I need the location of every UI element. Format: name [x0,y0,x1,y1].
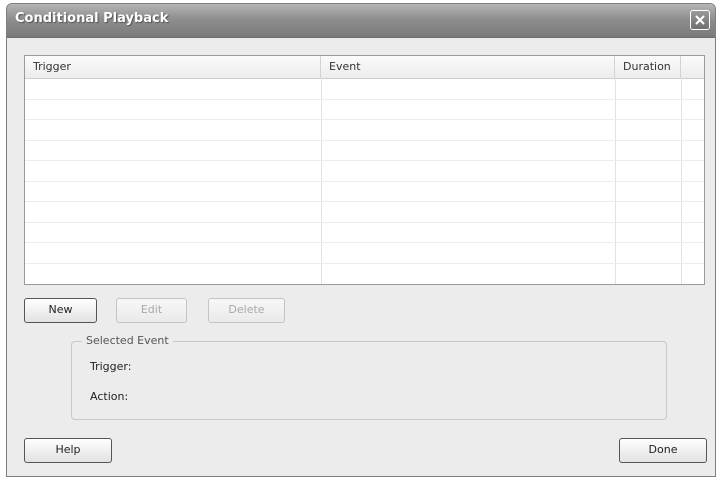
column-header-duration[interactable]: Duration [615,56,681,78]
trigger-label: Trigger: [90,360,132,373]
table-row[interactable] [25,201,704,202]
action-label: Action: [90,390,129,403]
column-header-trigger[interactable]: Trigger [25,56,321,78]
table-row[interactable] [25,99,704,100]
close-icon [695,15,705,25]
edit-button[interactable]: Edit [116,298,187,323]
dialog-body: Trigger Event Duration New Edit Delete S… [7,38,715,476]
table-row[interactable] [25,181,704,182]
events-table[interactable]: Trigger Event Duration [24,55,705,285]
conditional-playback-dialog: Conditional Playback Trigger Event Durat… [6,3,716,477]
selected-event-legend: Selected Event [82,334,173,347]
column-header-event[interactable]: Event [321,56,615,78]
close-button[interactable] [690,10,710,30]
table-row[interactable] [25,119,704,120]
delete-button[interactable]: Delete [208,298,285,323]
done-button[interactable]: Done [619,438,707,463]
table-header: Trigger Event Duration [25,56,704,79]
table-row[interactable] [25,242,704,243]
dialog-title: Conditional Playback [15,11,169,26]
table-row[interactable] [25,222,704,223]
table-row[interactable] [25,263,704,264]
table-row[interactable] [25,160,704,161]
table-row[interactable] [25,140,704,141]
new-button[interactable]: New [24,298,97,323]
help-button[interactable]: Help [24,438,112,463]
title-bar[interactable]: Conditional Playback [7,4,715,38]
selected-event-group: Selected Event Trigger: Action: [71,334,667,420]
